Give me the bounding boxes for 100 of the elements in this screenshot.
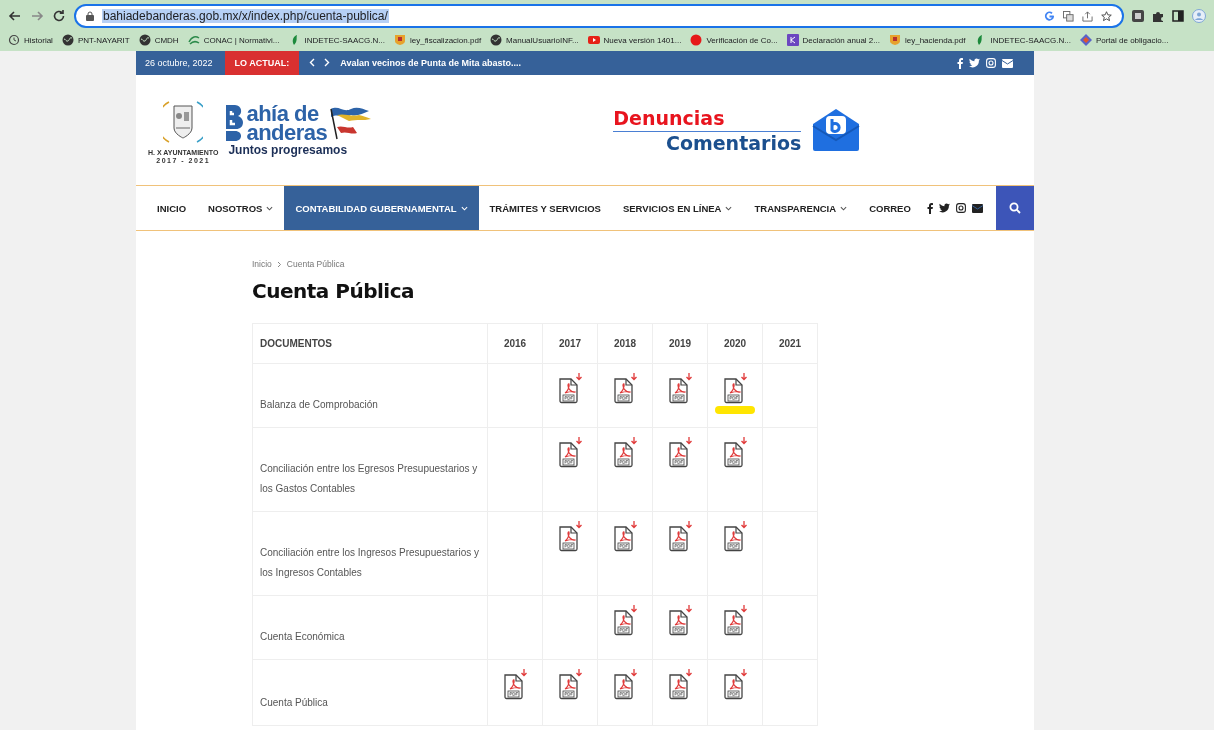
table-cell[interactable] <box>652 427 708 512</box>
bookmark-link[interactable]: Declaración anual 2... <box>786 34 880 46</box>
column-header: DOCUMENTOS <box>252 323 488 364</box>
chevron-down-icon <box>460 204 468 212</box>
pdf-download-icon <box>557 372 583 404</box>
pdf-download-icon <box>612 372 638 404</box>
table-cell[interactable] <box>597 511 653 596</box>
pdf-download-icon <box>557 668 583 700</box>
next-icon <box>323 58 331 67</box>
square-logo-icon <box>786 34 799 46</box>
bookmark-link[interactable]: Nueva versión 1401... <box>587 34 682 46</box>
chevron-down-icon <box>840 204 848 212</box>
instagram-icon <box>956 203 966 213</box>
table-cell[interactable] <box>597 427 653 512</box>
star-icon <box>1101 10 1112 22</box>
table-cell[interactable] <box>707 511 763 596</box>
breadcrumb-link[interactable]: Cuenta Pública <box>286 259 345 269</box>
table-cell[interactable] <box>487 659 543 726</box>
brand-name-line: anderas <box>246 123 328 142</box>
pdf-download-icon <box>722 436 748 468</box>
pdf-download-icon <box>612 436 638 468</box>
bookmark-link[interactable]: ManualUsuarioINF... <box>490 34 579 46</box>
nav-menu-item[interactable]: SERVICIOS EN LÍNEA <box>611 186 744 230</box>
extension-icon <box>1132 10 1144 22</box>
table-cell[interactable] <box>652 659 708 726</box>
forward-icon[interactable] <box>30 9 44 23</box>
bookmark-link[interactable]: INDETEC-SAACG.N... <box>288 34 385 46</box>
pdf-download-icon <box>667 372 693 404</box>
date-text: 26 octubre, 2022 <box>144 58 214 68</box>
table-cell[interactable] <box>597 595 653 660</box>
page-title: Cuenta Pública <box>252 279 415 303</box>
pdf-download-icon <box>667 520 693 552</box>
nav-menu-item[interactable]: CONTABILIDAD GUBERNAMENTAL <box>284 186 479 230</box>
circle-icon <box>690 34 703 46</box>
facebook-icon <box>927 202 933 214</box>
chevron-right-icon <box>276 260 282 268</box>
url-text: bahiadebanderas.gob.mx/x/index.php/cuenta-publica/ <box>102 9 389 23</box>
document-name-cell: Conciliación entre los Egresos Presupuestarios y los Gastos Contables <box>252 427 488 512</box>
column-header: 2020 <box>707 323 763 364</box>
table-cell[interactable] <box>652 511 708 596</box>
headline-link[interactable]: Avalan vecinos de Punta de Mita abasto.... <box>340 58 521 68</box>
comments-link[interactable]: Comentarios <box>613 131 802 154</box>
pdf-download-icon <box>667 668 693 700</box>
address-bar[interactable]: bahiadebanderas.gob.mx/x/index.php/cuenta-publica/ <box>74 4 1124 28</box>
pdf-download-icon <box>612 668 638 700</box>
breadcrumb-link[interactable]: Inicio <box>252 259 272 269</box>
nav-menu-item[interactable]: TRANSPARENCIA <box>743 186 859 230</box>
profile-avatar-icon <box>1192 9 1206 23</box>
twitter-icon <box>939 203 950 213</box>
video-icon <box>587 34 600 46</box>
previous-icon <box>309 58 317 67</box>
translate-icon <box>1063 10 1074 22</box>
crest-icon <box>888 34 901 46</box>
table-cell[interactable] <box>597 659 653 726</box>
back-icon[interactable] <box>8 9 22 23</box>
table-cell[interactable] <box>542 363 598 428</box>
bookmark-link[interactable]: CMDH <box>138 34 179 46</box>
bookmark-link[interactable]: PNT-NAYARIT <box>61 34 130 46</box>
chevron-down-icon <box>725 204 733 212</box>
nav-menu-item[interactable]: CORREO <box>858 186 922 230</box>
puzzle-icon <box>1152 10 1164 22</box>
bookmark-link[interactable]: Verificación de Co... <box>690 34 778 46</box>
bookmark-link[interactable]: Historial <box>8 34 53 46</box>
table-cell[interactable] <box>707 427 763 512</box>
table-cell[interactable] <box>652 595 708 660</box>
pdf-download-icon <box>502 668 528 700</box>
twitter-icon <box>969 58 980 68</box>
table-cell[interactable] <box>707 595 763 660</box>
table-cell[interactable] <box>542 511 598 596</box>
pdf-download-icon <box>612 604 638 636</box>
pdf-download-icon <box>667 436 693 468</box>
bookmark-link[interactable]: Portal de obligacio... <box>1079 34 1169 46</box>
lock-icon <box>86 11 94 21</box>
table-cell[interactable] <box>707 363 763 428</box>
table-cell[interactable] <box>652 363 708 428</box>
nav-menu-item[interactable]: NOSOTROS <box>197 186 285 230</box>
nav-menu-item[interactable]: TRÁMITES Y SERVICIOS <box>478 186 612 230</box>
reload-icon[interactable] <box>52 9 66 23</box>
pdf-download-icon <box>557 520 583 552</box>
column-header: 2017 <box>542 323 598 364</box>
nav-menu-item[interactable]: INICIO <box>146 186 198 230</box>
document-name-cell: Cuenta Pública <box>252 659 488 726</box>
table-cell[interactable] <box>542 427 598 512</box>
document-name-cell: Balanza de Comprobación <box>252 363 488 428</box>
table-cell[interactable] <box>597 363 653 428</box>
search-button[interactable] <box>996 186 1034 230</box>
bookmark-link[interactable]: ley_hacienda.pdf <box>888 34 966 46</box>
pdf-download-icon <box>557 436 583 468</box>
bookmark-link[interactable]: CONAC | Normativi... <box>187 34 280 46</box>
bookmark-link[interactable]: ley_fiscalizacion.pdf <box>393 34 482 46</box>
pdf-download-icon <box>722 520 748 552</box>
chevron-down-icon <box>266 204 274 212</box>
facebook-icon <box>957 57 963 69</box>
diamond-logo-icon <box>1079 34 1092 46</box>
table-cell[interactable] <box>542 659 598 726</box>
crest-icon <box>393 34 406 46</box>
complaints-link[interactable]: Denuncias <box>613 106 802 132</box>
table-cell[interactable] <box>707 659 763 726</box>
bookmark-link[interactable]: INDETEC-SAACG.N... <box>974 34 1071 46</box>
pdf-download-icon <box>612 520 638 552</box>
